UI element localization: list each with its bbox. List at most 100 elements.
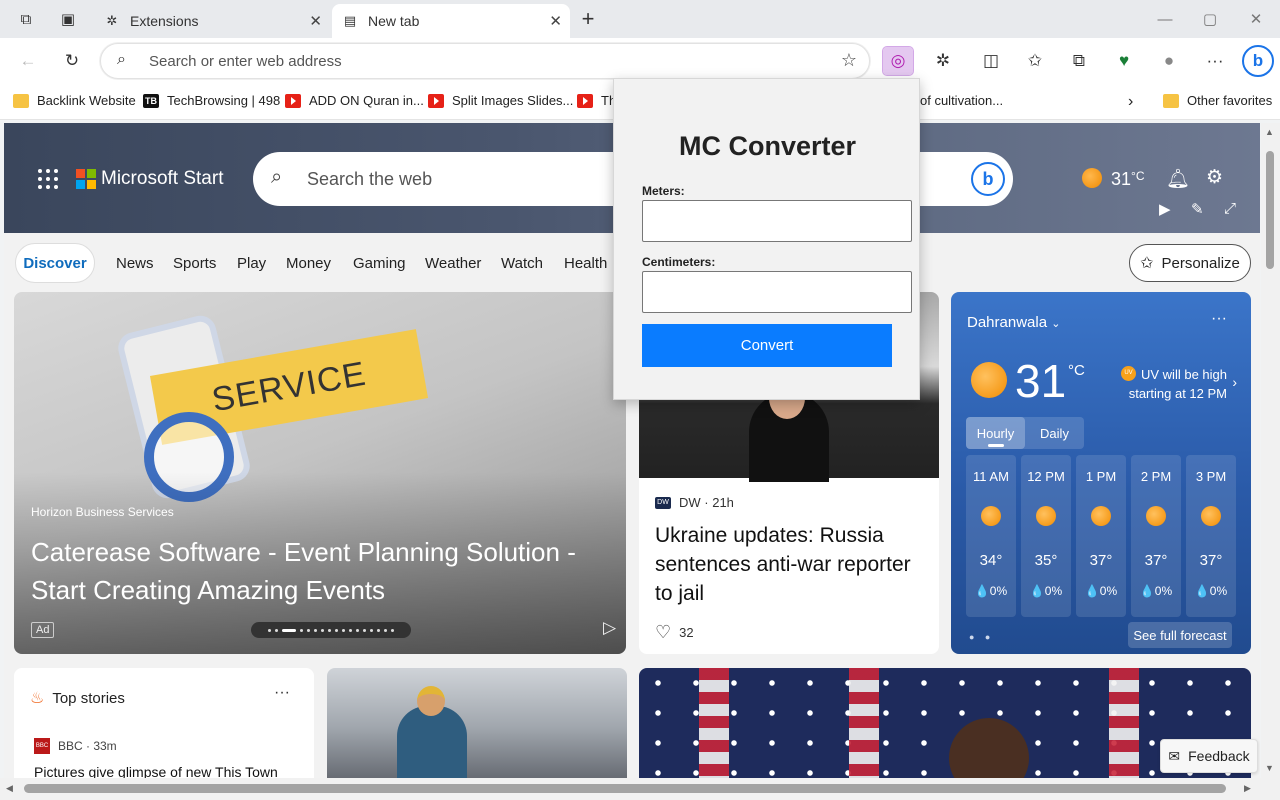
bookmark-item[interactable]: ADD ON Quran in... [285,93,424,108]
bookmark-item[interactable]: TB TechBrowsing | 498 [143,93,280,108]
favorite-star-icon[interactable]: ☆ [841,50,857,71]
tab-label: New tab [368,13,420,29]
carousel-pager[interactable] [251,622,411,638]
bookmark-item[interactable]: of cultivation... [920,93,1003,108]
bookmarks-overflow-chevron-icon[interactable]: › [1128,93,1133,111]
weather-location[interactable]: Dahranwala ⌄ [967,314,1060,331]
bookmark-item[interactable]: Split Images Slides... [428,93,573,108]
convert-button[interactable]: Convert [642,324,892,367]
extensions-puzzle-icon[interactable]: ✲ [928,47,958,75]
uv-alert[interactable]: UV will be high starting at 12 PM [1127,365,1227,403]
expand-icon[interactable]: ⤢ [1224,200,1236,217]
hour-item[interactable]: 1 PM 37° 💧0% [1076,455,1126,617]
centimeters-label: Centimeters: [642,255,716,269]
tab-new-tab[interactable]: ▤ New tab ✕ [332,4,570,38]
workspaces-icon[interactable]: ⧉ [15,8,37,30]
nav-discover[interactable]: Discover [15,243,95,283]
bookmark-item[interactable]: Backlink Website [13,93,136,108]
tab-daily[interactable]: Daily [1025,417,1084,449]
nav-health[interactable]: Health [564,255,607,272]
personalize-button[interactable]: ✩ Personalize [1129,244,1251,282]
weather-card[interactable]: Dahranwala ⌄ ··· 31 °C UV UV will be hig… [951,292,1251,654]
promo-headline[interactable]: Caterease Software - Event Planning Solu… [31,533,621,609]
feedback-button[interactable]: ✉ Feedback [1160,739,1258,773]
hour-item[interactable]: 3 PM 37° 💧0% [1186,455,1236,617]
ad-choices-icon[interactable]: ▷ [603,618,616,638]
close-icon[interactable]: ✕ [309,12,322,30]
heart-icon[interactable]: ♡ [655,622,671,643]
top-stories-card[interactable]: ♨ Top stories ··· BBC NEWS BBC · 33m Pic… [14,668,314,778]
weather-unit[interactable]: °C [1068,362,1085,379]
hour-item[interactable]: 11 AM 34° 💧0% [966,455,1016,617]
maximize-icon[interactable]: ▢ [1190,6,1230,32]
profile-avatar-icon[interactable]: ● [1154,47,1184,75]
news-title[interactable]: Ukraine updates: Russia sentences anti-w… [655,521,931,608]
bookmark-label: of cultivation... [920,93,1004,108]
scroll-up-icon[interactable]: ▲ [1265,127,1274,137]
vertical-tabs-icon[interactable]: ▣ [57,8,79,30]
app-launcher-icon[interactable] [38,169,58,189]
tab-hourly[interactable]: Hourly [966,417,1025,449]
more-menu-icon[interactable]: ··· [1200,47,1230,75]
more-options-icon[interactable]: ··· [1211,310,1227,328]
sun-icon[interactable] [1082,168,1102,188]
meters-input[interactable] [642,200,912,242]
news-likes[interactable]: ♡ 32 [655,622,694,643]
nav-weather[interactable]: Weather [425,255,481,272]
personalize-label: Personalize [1161,254,1240,272]
puzzle-icon: ✲ [106,13,118,28]
scroll-thumb[interactable] [1266,151,1274,269]
tab-strip: ⧉ ▣ ✲ Extensions ✕ ▤ New tab ✕ + — ▢ ✕ [0,0,1280,38]
back-arrow-icon[interactable]: ← [13,47,43,75]
nav-sports[interactable]: Sports [173,255,216,272]
minimize-icon[interactable]: — [1145,6,1185,32]
brand-title[interactable]: Microsoft Start [101,168,223,190]
browser-essentials-icon[interactable]: ♥ [1109,47,1139,75]
promo-card[interactable]: SERVICE Horizon Business Services Catere… [14,292,626,654]
play-icon[interactable]: ▶ [1159,200,1171,218]
split-screen-icon[interactable]: ◫ [976,47,1006,75]
nav-money[interactable]: Money [286,255,331,272]
nav-watch[interactable]: Watch [501,255,543,272]
youtube-icon [577,93,593,108]
scroll-thumb[interactable] [24,784,1226,793]
new-tab-plus-icon[interactable]: + [577,6,599,31]
refresh-icon[interactable]: ↻ [57,47,87,75]
nav-play[interactable]: Play [237,255,266,272]
more-options-icon[interactable]: ··· [274,684,290,702]
bing-icon[interactable]: b [971,162,1005,196]
collections-icon[interactable]: ⧉ [1064,47,1094,75]
window-close-icon[interactable]: ✕ [1236,6,1276,32]
scroll-down-icon[interactable]: ▼ [1265,763,1274,773]
story-headline[interactable]: Pictures give glimpse of new This Town [34,764,278,778]
favorites-icon[interactable]: ✩ [1020,47,1050,75]
nav-news[interactable]: News [116,255,154,272]
hour-item[interactable]: 2 PM 37° 💧0% [1131,455,1181,617]
vertical-scrollbar[interactable]: ▲ ▼ [1261,123,1280,778]
settings-gear-icon[interactable]: ⚙ [1206,166,1223,189]
other-favorites[interactable]: Other favorites [1163,93,1272,108]
chevron-down-icon: ⌄ [1051,318,1061,330]
centimeters-input[interactable] [642,271,912,313]
tab-extensions[interactable]: ✲ Extensions ✕ [94,4,330,38]
bookmark-item[interactable]: Th [577,93,616,108]
youtube-icon [428,93,444,108]
nav-gaming[interactable]: Gaming [353,255,406,272]
scroll-left-icon[interactable]: ◀ [6,783,13,794]
image-story-card[interactable] [327,668,627,778]
scroll-right-icon[interactable]: ▶ [1244,783,1251,794]
edit-background-icon[interactable]: ✎ [1191,200,1204,218]
close-icon[interactable]: ✕ [549,12,562,30]
news-source: DW DW · 21h [655,495,734,510]
chevron-right-icon[interactable]: › [1232,374,1237,390]
weather-pager[interactable]: ● ● [969,632,994,642]
full-forecast-button[interactable]: See full forecast [1128,622,1232,648]
sponsor-name[interactable]: Horizon Business Services [31,505,174,519]
mc-converter-extension-icon[interactable]: ◎ [882,46,914,76]
notifications-bell-icon[interactable]: 🔔︎ [1166,167,1190,191]
header-temperature[interactable]: 31°C [1111,169,1145,190]
horizontal-scrollbar[interactable]: ◀ ▶ [0,778,1280,800]
address-bar[interactable]: ⌕ Search or enter web address ☆ [100,43,870,79]
hour-item[interactable]: 12 PM 35° 💧0% [1021,455,1071,617]
bing-copilot-icon[interactable]: b [1242,45,1274,77]
